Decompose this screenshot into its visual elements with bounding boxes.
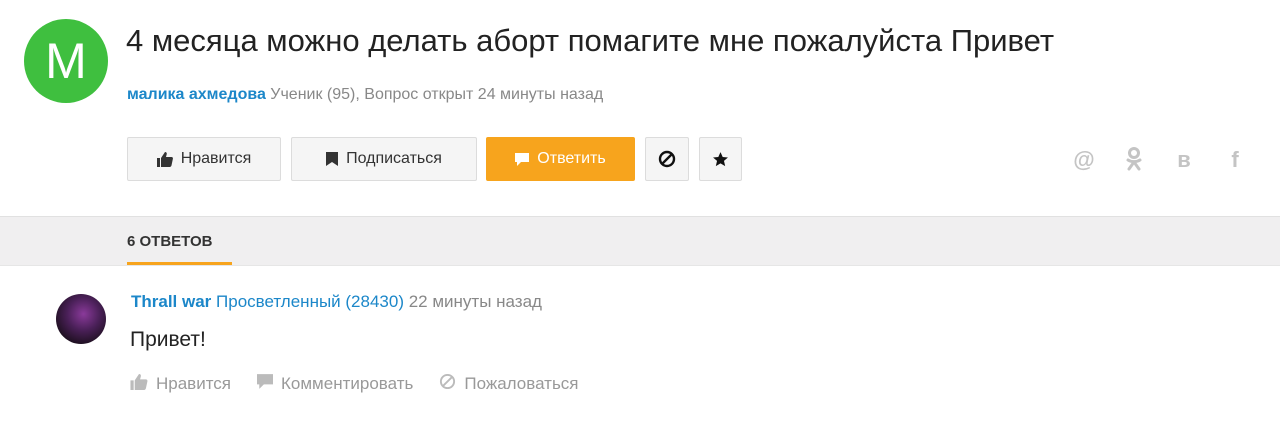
subscribe-button-label: Подписаться bbox=[346, 150, 442, 167]
block-icon bbox=[658, 150, 676, 168]
answer-actions: Нравится Комментировать Пожаловаться bbox=[130, 373, 579, 395]
answer-time: 22 минуты назад bbox=[404, 292, 542, 311]
answer-button-label: Ответить bbox=[537, 150, 606, 167]
thumbs-up-icon bbox=[130, 373, 148, 395]
comment-icon bbox=[257, 374, 274, 394]
thumbs-up-icon bbox=[156, 151, 173, 167]
answer-comment-button[interactable]: Комментировать bbox=[257, 373, 413, 395]
answer-report-button[interactable]: Пожаловаться bbox=[439, 373, 579, 395]
share-vk-icon[interactable]: в bbox=[1171, 147, 1197, 173]
question-author-link[interactable]: малика ахмедова bbox=[127, 86, 266, 103]
bookmark-icon bbox=[326, 152, 339, 166]
avatar-letter: M bbox=[45, 33, 87, 89]
answer-button[interactable]: Ответить bbox=[486, 137, 635, 181]
answer-author-avatar[interactable] bbox=[56, 294, 106, 344]
answer-meta: Thrall war Просветленный (28430) 22 мину… bbox=[131, 292, 542, 312]
question-title: 4 месяца можно делать аборт помагите мне… bbox=[126, 23, 1055, 58]
share-mail-icon[interactable]: @ bbox=[1071, 147, 1097, 173]
block-button[interactable] bbox=[645, 137, 689, 181]
answer-author-rank[interactable]: Просветленный (28430) bbox=[211, 292, 404, 311]
answer-like-label: Нравится bbox=[156, 374, 232, 393]
answer-text: Привет! bbox=[130, 328, 206, 351]
answer-report-label: Пожаловаться bbox=[464, 374, 579, 393]
question-author-avatar[interactable]: M bbox=[24, 19, 108, 103]
star-icon bbox=[712, 151, 729, 168]
tab-answers[interactable]: 6 ОТВЕТОВ bbox=[127, 233, 212, 250]
comment-icon bbox=[515, 152, 530, 166]
tab-active-underline bbox=[127, 262, 232, 265]
answer-comment-label: Комментировать bbox=[281, 374, 414, 393]
share-odnoklassniki-icon[interactable] bbox=[1121, 147, 1147, 178]
block-icon bbox=[439, 373, 456, 395]
like-button[interactable]: Нравится bbox=[127, 137, 281, 181]
like-button-label: Нравится bbox=[180, 150, 252, 167]
answer-like-button[interactable]: Нравится bbox=[130, 373, 231, 395]
question-meta: малика ахмедова Ученик (95), Вопрос откр… bbox=[127, 86, 603, 104]
favorite-button[interactable] bbox=[699, 137, 742, 181]
share-facebook-icon[interactable]: f bbox=[1222, 147, 1248, 173]
answer-author-link[interactable]: Thrall war bbox=[131, 292, 211, 311]
subscribe-button[interactable]: Подписаться bbox=[291, 137, 477, 181]
question-meta-text: Ученик (95), Вопрос открыт 24 минуты наз… bbox=[265, 86, 604, 103]
answers-tab-bar: 6 ОТВЕТОВ bbox=[0, 216, 1280, 266]
